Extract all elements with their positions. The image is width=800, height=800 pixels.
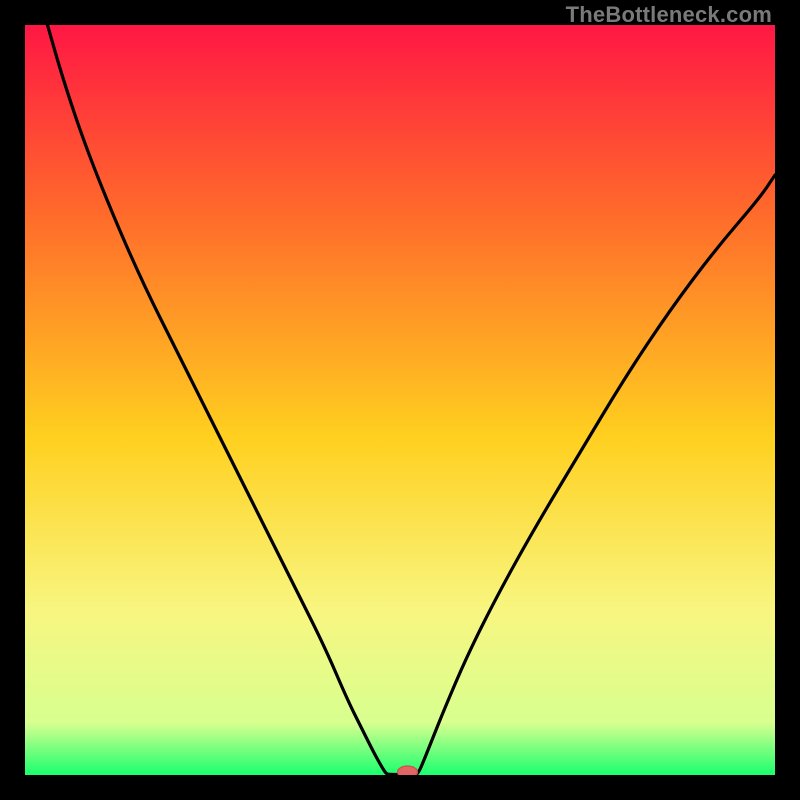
minimum-marker <box>398 766 418 775</box>
plot-background <box>25 25 775 775</box>
chart-frame: TheBottleneck.com <box>0 0 800 800</box>
plot-area <box>25 25 775 775</box>
plot-svg <box>25 25 775 775</box>
